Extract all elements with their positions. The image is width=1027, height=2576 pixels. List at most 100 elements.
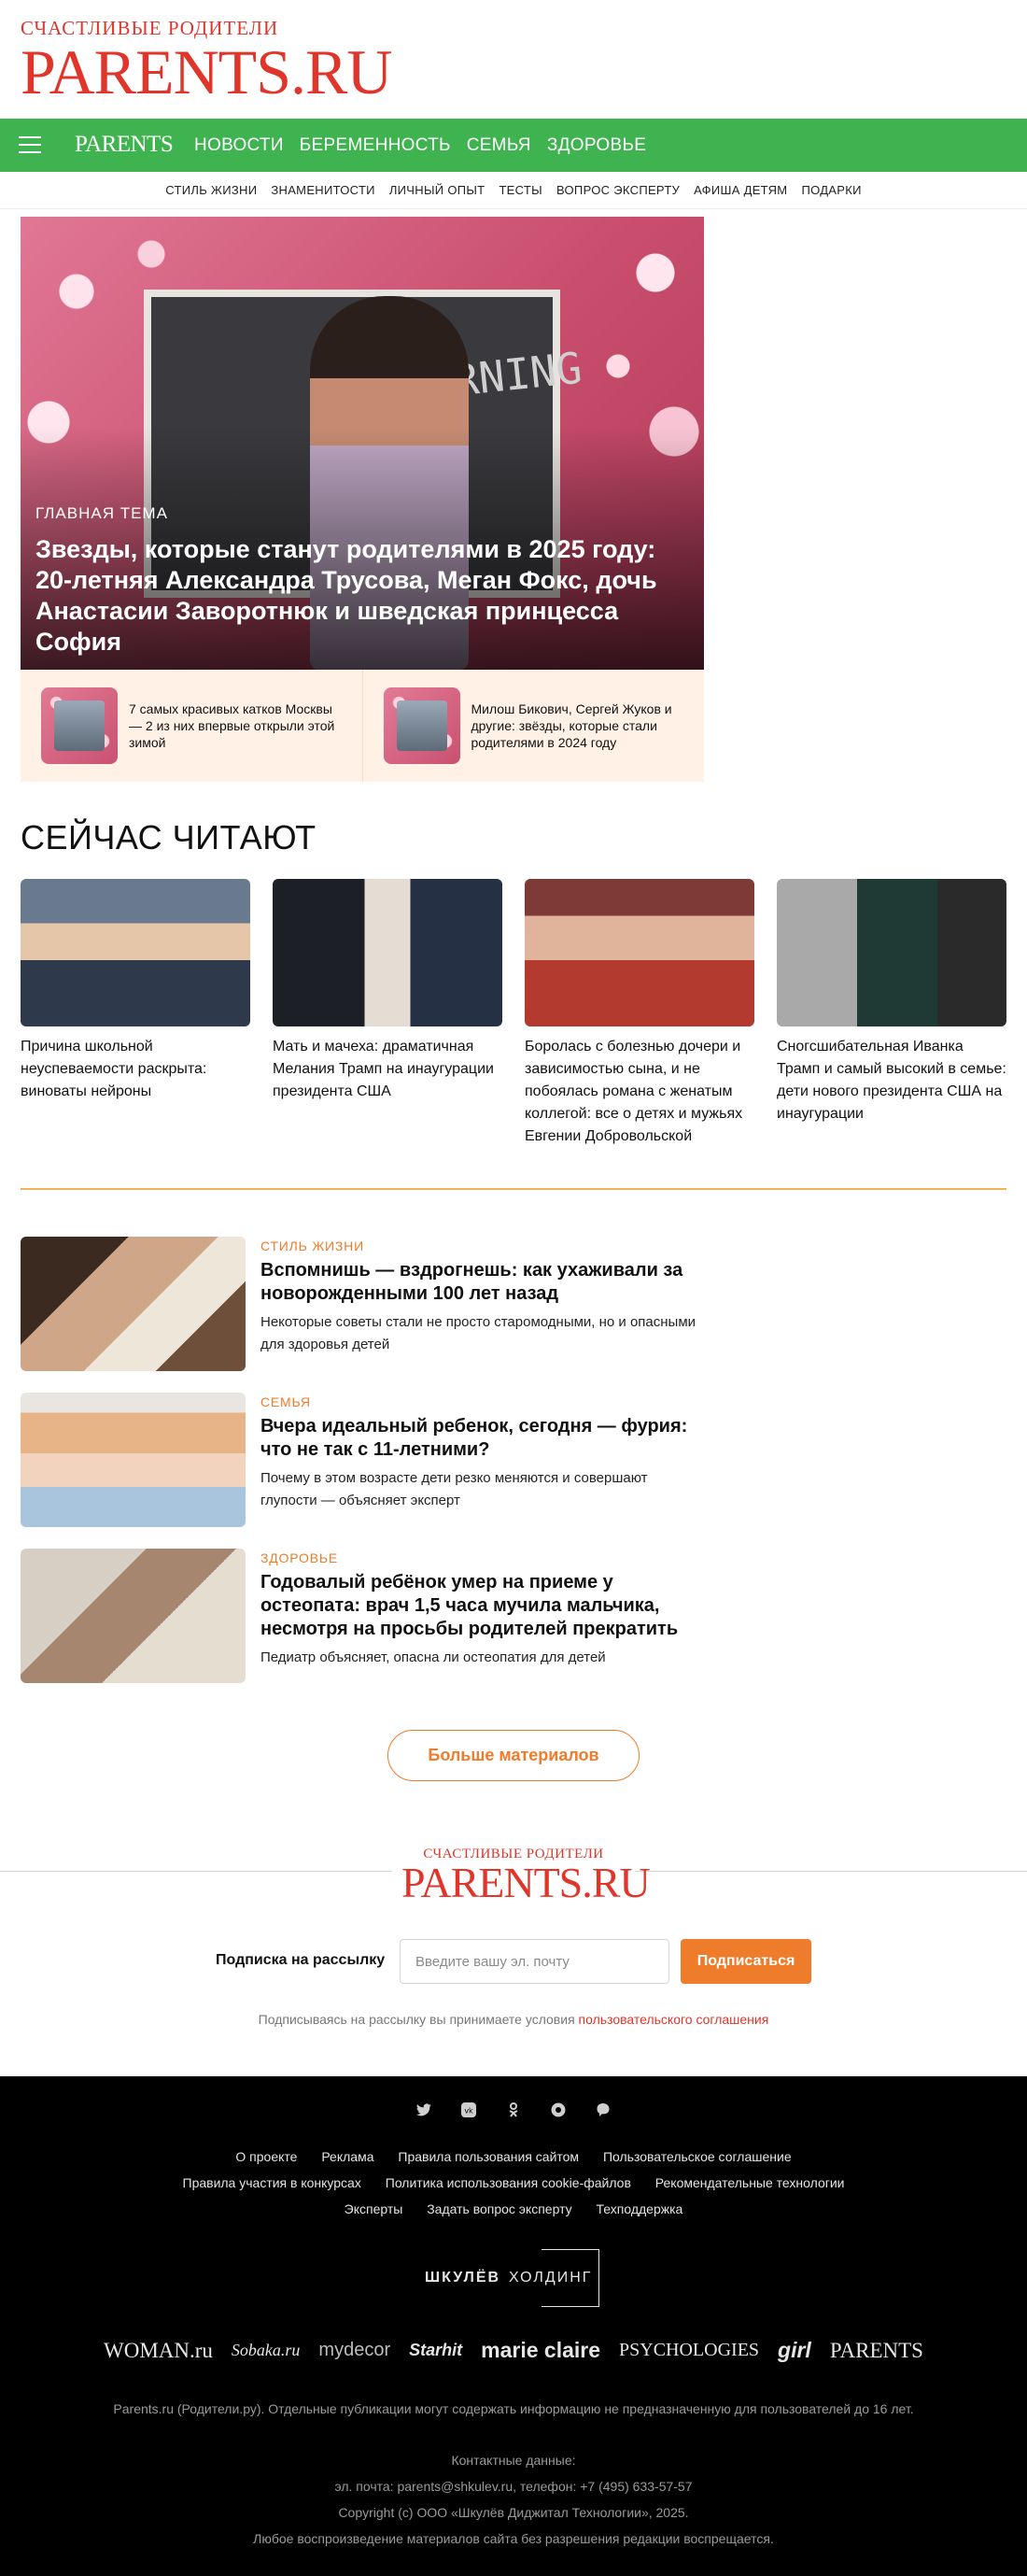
user-agreement-link[interactable]: пользовательского соглашения	[579, 2012, 769, 2027]
article-image	[21, 1393, 246, 1527]
article-description: Некоторые советы стали не просто старомо…	[260, 1314, 696, 1352]
subnav-item-lifestyle[interactable]: СТИЛЬ ЖИЗНИ	[165, 183, 257, 197]
card-image	[525, 879, 754, 1026]
article-image	[21, 1237, 246, 1371]
footer-link-experts[interactable]: Эксперты	[345, 2201, 403, 2216]
footer-link-about[interactable]: О проекте	[235, 2149, 297, 2164]
brand-woman[interactable]: WOMAN.ru	[104, 2339, 213, 2363]
subnav-item-tests[interactable]: ТЕСТЫ	[499, 183, 542, 197]
menu-icon[interactable]	[19, 136, 41, 155]
footer: vk О проекте Реклама Правила пользования…	[0, 2076, 1027, 2576]
vk-icon[interactable]: vk	[460, 2102, 477, 2118]
brand-parents[interactable]: PARENTS	[830, 2339, 923, 2363]
card-title: Сногсшибательная Иванка Трамп и самый вы…	[777, 1039, 1006, 1122]
footer-contacts: эл. почта: parents@shkulev.ru, телефон: …	[334, 2479, 693, 2494]
card-image	[273, 879, 502, 1026]
newsletter-email-input[interactable]	[400, 1939, 669, 1984]
footer-link-contest-rules[interactable]: Правила участия в конкурсах	[183, 2175, 361, 2190]
footer-rule-right	[635, 1871, 1027, 1872]
related-title: 7 самых красивых катков Москвы — 2 из ни…	[129, 701, 335, 750]
social-links: vk	[0, 2102, 1027, 2118]
footer-contacts-title: Контактные данные:	[451, 2453, 576, 2468]
viber-icon[interactable]	[595, 2102, 612, 2118]
logo-tagline: СЧАСТЛИВЫЕ РОДИТЕЛИ	[21, 17, 279, 39]
more-materials-button[interactable]: Больше материалов	[387, 1730, 640, 1781]
footer-copyright: Copyright (c) ООО «Шкулёв Диджитал Техно…	[338, 2505, 689, 2520]
footer-rule-left	[0, 1871, 392, 1872]
subnav-item-gifts[interactable]: ПОДАРКИ	[801, 183, 861, 197]
article-title[interactable]: Годовалый ребёнок умер на приеме у остео…	[260, 1571, 708, 1641]
brand-starhit[interactable]: Starhit	[409, 2341, 462, 2360]
svg-text:vk: vk	[464, 2107, 473, 2116]
newsletter-note: Подписываясь на рассылку вы принимаете у…	[0, 2012, 1027, 2027]
list-item[interactable]: ЗДОРОВЬЕ Годовалый ребёнок умер на прием…	[21, 1549, 708, 1705]
site-logo[interactable]: СЧАСТЛИВЫЕ РОДИТЕЛИ PARENTS.RU	[21, 17, 393, 107]
hero-related-item[interactable]: Милош Бикович, Сергей Жуков и другие: зв…	[363, 670, 705, 782]
now-reading-cards: Причина школьной неуспеваемости раскрыта…	[21, 879, 1006, 1148]
nav-item-health[interactable]: ЗДОРОВЬЕ	[547, 135, 646, 156]
ok-icon[interactable]	[505, 2102, 522, 2118]
list-item[interactable]: СТИЛЬ ЖИЗНИ Вспомнишь — вздрогнешь: как …	[21, 1237, 708, 1393]
footer-link-support[interactable]: Техподдержка	[597, 2201, 683, 2216]
newsletter-note-text: Подписываясь на рассылку вы принимаете у…	[258, 2012, 575, 2027]
nav-item-news[interactable]: НОВОСТИ	[194, 135, 284, 156]
now-reading-title: СЕЙЧАС ЧИТАЮТ	[21, 818, 317, 856]
now-reading-card[interactable]: Мать и мачеха: драматичная Мелания Трамп…	[273, 879, 502, 1148]
card-image	[777, 879, 1006, 1026]
section-divider	[21, 1188, 1006, 1190]
footer-link-ask-expert[interactable]: Задать вопрос эксперту	[427, 2201, 571, 2216]
odnoklassniki-icon[interactable]	[550, 2102, 567, 2118]
article-image	[21, 1549, 246, 1683]
card-title: Боролась с болезнью дочери и зависимость…	[525, 1039, 743, 1144]
subnav-item-personal-experience[interactable]: ЛИЧНЫЙ ОПЫТ	[389, 183, 485, 197]
main-nav: PARENTS НОВОСТИ БЕРЕМЕННОСТЬ СЕМЬЯ ЗДОРО…	[0, 119, 1027, 172]
holding-logo[interactable]: ШКУЛЁВ ХОЛДИНГ	[425, 2249, 602, 2307]
twitter-icon[interactable]	[415, 2102, 432, 2118]
logo-wordmark: PARENTS.RU	[21, 36, 393, 107]
footer-links-row: Правила участия в конкурсах Политика исп…	[0, 2175, 1027, 2190]
subnav-item-ask-expert[interactable]: ВОПРОС ЭКСПЕРТУ	[556, 183, 680, 197]
footer-logo[interactable]: СЧАСТЛИВЫЕ РОДИТЕЛИ PARENTS.RU	[401, 1847, 651, 1906]
now-reading-card[interactable]: Причина школьной неуспеваемости раскрыта…	[21, 879, 250, 1148]
subscribe-button[interactable]: Подписаться	[681, 1939, 811, 1984]
newsletter-label: Подписка на рассылку	[216, 1952, 386, 1968]
list-item[interactable]: СЕМЬЯ Вчера идеальный ребенок, сегодня —…	[21, 1393, 708, 1549]
sub-nav: СТИЛЬ ЖИЗНИ ЗНАМЕНИТОСТИ ЛИЧНЫЙ ОПЫТ ТЕС…	[0, 172, 1027, 209]
brand-marie-claire[interactable]: marie claire	[481, 2338, 600, 2363]
nav-logo[interactable]: PARENTS	[75, 132, 174, 158]
footer-logo-wordmark: PARENTS.RU	[401, 1859, 651, 1906]
now-reading-card[interactable]: Сногсшибательная Иванка Трамп и самый вы…	[777, 879, 1006, 1148]
related-thumbnail	[383, 687, 460, 764]
nav-item-family[interactable]: СЕМЬЯ	[467, 135, 531, 156]
brand-girl[interactable]: girl	[778, 2338, 811, 2363]
article-title[interactable]: Вчера идеальный ребенок, сегодня — фурия…	[260, 1415, 708, 1462]
article-category[interactable]: СЕМЬЯ	[260, 1394, 708, 1409]
footer-link-recommendation-tech[interactable]: Рекомендательные технологии	[655, 2175, 845, 2190]
brand-psychologies[interactable]: PSYCHOLOGIES	[619, 2340, 759, 2361]
card-title: Мать и мачеха: драматичная Мелания Трамп…	[273, 1039, 494, 1099]
subnav-item-celebrities[interactable]: ЗНАМЕНИТОСТИ	[271, 183, 374, 197]
article-description: Педиатр объясняет, опасна ли остеопатия …	[260, 1649, 606, 1665]
nav-item-pregnancy[interactable]: БЕРЕМЕННОСТЬ	[300, 135, 451, 156]
hero-related-item[interactable]: 7 самых красивых катков Москвы — 2 из ни…	[21, 670, 363, 782]
footer-links-row: Эксперты Задать вопрос эксперту Техподде…	[0, 2201, 1027, 2216]
hero-kicker: ГЛАВНАЯ ТЕМА	[35, 504, 168, 522]
article-title[interactable]: Вспомнишь — вздрогнешь: как ухаживали за…	[260, 1259, 708, 1306]
footer-links-row: О проекте Реклама Правила пользования са…	[0, 2149, 1027, 2164]
hero-title[interactable]: Звезды, которые станут родителями в 2025…	[35, 534, 689, 658]
card-image	[21, 879, 250, 1026]
footer-link-user-agreement[interactable]: Пользовательское соглашение	[603, 2149, 792, 2164]
related-thumbnail	[41, 687, 118, 764]
hero-related: 7 самых красивых катков Москвы — 2 из ни…	[21, 670, 704, 782]
now-reading-card[interactable]: Боролась с болезнью дочери и зависимость…	[525, 879, 754, 1148]
brand-sobaka[interactable]: Sobaka.ru	[232, 2341, 301, 2360]
footer-link-cookie-policy[interactable]: Политика использования cookie-файлов	[386, 2175, 631, 2190]
holding-logo-frame	[542, 2249, 599, 2307]
brand-mydecor[interactable]: mydecor	[318, 2340, 390, 2361]
footer-link-ads[interactable]: Реклама	[321, 2149, 373, 2164]
footer-link-site-rules[interactable]: Правила пользования сайтом	[398, 2149, 579, 2164]
subnav-item-kids-events[interactable]: АФИША ДЕТЯМ	[694, 183, 787, 197]
article-category[interactable]: ЗДОРОВЬЕ	[260, 1550, 708, 1565]
holding-logo-word1: ШКУЛЁВ	[425, 2270, 501, 2286]
article-category[interactable]: СТИЛЬ ЖИЗНИ	[260, 1238, 708, 1253]
